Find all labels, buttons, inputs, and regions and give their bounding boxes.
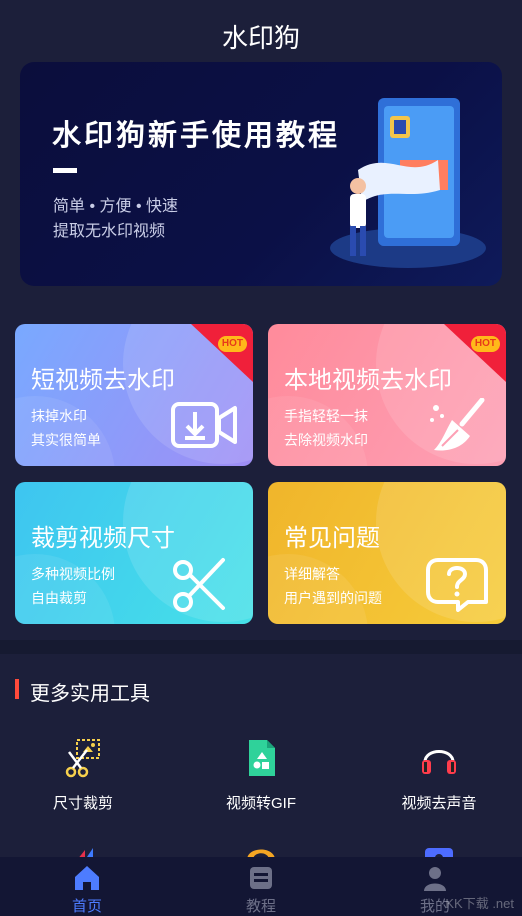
card-video-watermark-removal[interactable]: HOT 短视频去水印 抹掉水印 其实很简单 bbox=[15, 324, 253, 466]
card-crop-video-size[interactable]: 裁剪视频尺寸 多种视频比例 自由裁剪 bbox=[15, 482, 253, 624]
card-title: 常见问题 bbox=[284, 525, 380, 552]
tab-label: 教程 bbox=[245, 898, 276, 915]
card-faq[interactable]: 常见问题 详细解答 用户遇到的问题 bbox=[268, 482, 506, 624]
card-desc-1: 详细解答 bbox=[284, 566, 340, 582]
card-desc-1: 抹掉水印 bbox=[31, 408, 87, 424]
section-title: 更多实用工具 bbox=[30, 683, 150, 705]
scissors-icon bbox=[173, 558, 225, 612]
tool-label: 视频去声音 bbox=[401, 795, 477, 812]
video-download-icon bbox=[171, 402, 237, 448]
card-desc-2: 用户遇到的问题 bbox=[284, 590, 382, 606]
hot-corner-icon bbox=[191, 324, 253, 382]
hot-corner-icon bbox=[444, 324, 506, 382]
tool-label: 尺寸裁剪 bbox=[52, 795, 113, 812]
book-icon bbox=[250, 867, 272, 889]
tool-video-to-gif[interactable]: 视频转GIF bbox=[191, 738, 331, 813]
tool-label: 视频转GIF bbox=[226, 795, 296, 812]
banner-dash bbox=[53, 168, 77, 173]
card-title: 裁剪视频尺寸 bbox=[31, 525, 175, 552]
card-desc-2: 去除视频水印 bbox=[284, 432, 368, 448]
banner-title: 水印狗新手使用教程 bbox=[52, 120, 341, 152]
banner-subtitle-1: 简单 • 方便 • 快速 bbox=[53, 198, 178, 215]
app-title: 水印狗 bbox=[221, 23, 300, 53]
question-icon bbox=[426, 558, 488, 612]
broom-icon bbox=[430, 398, 485, 451]
tab-home[interactable]: 首页 bbox=[0, 857, 174, 916]
banner-illustration bbox=[330, 98, 486, 268]
tab-tutorial[interactable]: 教程 bbox=[174, 857, 348, 916]
card-desc-2: 自由裁剪 bbox=[31, 590, 87, 606]
card-desc-2: 其实很简单 bbox=[31, 432, 101, 448]
user-icon bbox=[424, 867, 446, 891]
section-accent-bar bbox=[15, 679, 19, 699]
headphones-icon bbox=[422, 750, 456, 774]
card-title: 短视频去水印 bbox=[31, 367, 175, 394]
tool-crop-size[interactable]: 尺寸裁剪 bbox=[13, 738, 153, 813]
hot-badge: HOT bbox=[470, 336, 500, 352]
banner-subtitle-2: 提取无水印视频 bbox=[53, 223, 166, 240]
tab-label: 首页 bbox=[71, 898, 102, 915]
section-divider bbox=[0, 640, 522, 654]
tool-remove-audio[interactable]: 视频去声音 bbox=[369, 738, 509, 813]
card-desc-1: 多种视频比例 bbox=[31, 566, 115, 582]
bottom-tab-bar: 首页 教程 我的 bbox=[0, 857, 522, 916]
card-desc-1: 手指轻轻一抹 bbox=[284, 408, 368, 424]
gif-file-icon bbox=[249, 740, 275, 776]
card-title: 本地视频去水印 bbox=[284, 367, 452, 394]
tutorial-banner[interactable]: 水印狗新手使用教程 简单 • 方便 • 快速 提取无水印视频 bbox=[20, 62, 502, 286]
home-icon bbox=[75, 866, 99, 890]
card-local-watermark-removal[interactable]: HOT 本地视频去水印 手指轻轻一抹 去除视频水印 bbox=[268, 324, 506, 466]
crop-scissors-icon bbox=[65, 739, 100, 778]
hot-badge: HOT bbox=[217, 336, 247, 352]
site-watermark: KK下载 .net bbox=[445, 896, 514, 911]
